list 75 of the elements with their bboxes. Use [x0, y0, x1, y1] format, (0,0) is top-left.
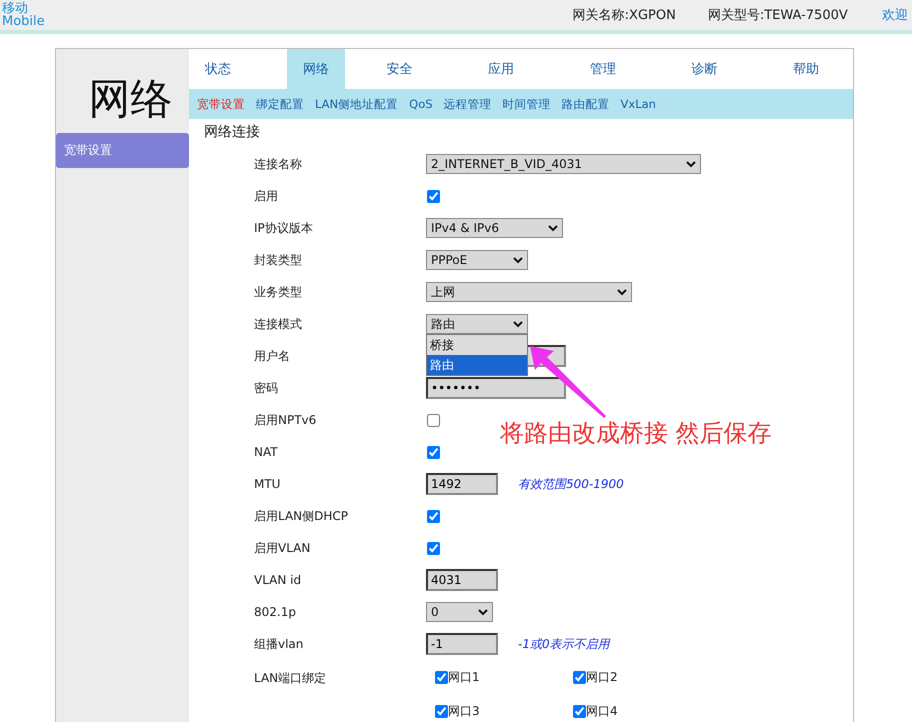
field-label: VLAN id: [254, 573, 302, 587]
dropdown-option[interactable]: 桥接: [427, 335, 527, 355]
subnav-link[interactable]: VxLan: [620, 97, 656, 111]
checkbox[interactable]: [427, 542, 440, 554]
port-checkbox[interactable]: 网口3: [434, 703, 572, 720]
checkbox[interactable]: [573, 705, 586, 718]
input-field[interactable]: •••••••: [426, 377, 566, 399]
section-title: 网络连接: [203, 123, 261, 141]
gateway-model: 网关型号:TEWA-7500V: [708, 7, 848, 24]
nav-tab[interactable]: 应用: [446, 49, 548, 89]
field-label: LAN端口绑定: [254, 670, 328, 687]
checkbox[interactable]: [435, 671, 448, 684]
dropdown-select[interactable]: 上网: [426, 282, 632, 302]
arrow-icon: [530, 346, 606, 418]
field-label: 802.1p: [254, 605, 297, 619]
dropdown-select[interactable]: 0: [426, 602, 493, 622]
nav-tab[interactable]: 网络: [287, 49, 345, 89]
logo-text: Mobile: [2, 15, 45, 28]
nav-tab[interactable]: 安全: [345, 49, 447, 89]
subnav-link[interactable]: 路由配置: [562, 96, 610, 112]
page-title: 网络: [88, 73, 174, 125]
field-label: 启用LAN侧DHCP: [254, 508, 350, 524]
port-checkbox[interactable]: 网口2: [572, 669, 710, 686]
annotation-text: 将路由改成桥接 然后保存: [500, 418, 772, 449]
chevron-icon: [617, 288, 627, 296]
dropdown-select[interactable]: IPv4 & IPv6: [426, 218, 563, 238]
chevron-icon: [478, 608, 488, 616]
dropdown-option[interactable]: 路由: [427, 355, 527, 375]
dropdown-select[interactable]: 路由: [426, 314, 528, 334]
subnav-link[interactable]: QoS: [409, 97, 433, 111]
checkbox[interactable]: [427, 510, 440, 522]
input-field[interactable]: -1: [426, 633, 498, 655]
field-label: 连接模式: [254, 316, 303, 332]
port-checkbox[interactable]: 网口4: [572, 703, 710, 720]
checkbox[interactable]: [435, 705, 448, 718]
nav-tab[interactable]: 帮助: [751, 49, 853, 89]
hint-text: 有效范围500-1900: [518, 476, 624, 492]
welcome-link[interactable]: 欢迎: [882, 6, 908, 24]
subnav-link[interactable]: LAN侧地址配置: [315, 96, 398, 112]
field-label: 用户名: [254, 348, 291, 364]
subnav-link[interactable]: 宽带设置: [197, 96, 245, 112]
chevron-icon: [686, 160, 696, 168]
dropdown-select[interactable]: 2_INTERNET_B_VID_4031: [426, 154, 701, 174]
logo-text: 移动: [2, 2, 28, 15]
nav-tab[interactable]: 管理: [548, 49, 650, 89]
field-label: 业务类型: [254, 284, 303, 300]
field-label: IP协议版本: [254, 220, 314, 236]
checkbox[interactable]: [427, 414, 440, 426]
dropdown-select[interactable]: PPPoE: [426, 250, 528, 270]
field-label: 启用NPTv6: [254, 412, 318, 428]
nav-tab[interactable]: 状态: [189, 49, 287, 89]
chevron-icon: [513, 256, 523, 264]
field-label: 启用: [254, 188, 279, 204]
gateway-name: 网关名称:XGPON: [572, 7, 676, 24]
chevron-icon: [513, 320, 523, 328]
nav-tab[interactable]: 诊断: [650, 49, 752, 89]
checkbox[interactable]: [427, 446, 440, 458]
field-label: NAT: [254, 445, 279, 459]
port-checkbox[interactable]: 网口1: [434, 669, 572, 686]
field-label: MTU: [254, 477, 282, 491]
field-label: 组播vlan: [254, 636, 304, 652]
field-label: 密码: [254, 380, 279, 396]
sidebar-item[interactable]: 宽带设置: [56, 133, 189, 168]
field-label: 连接名称: [254, 156, 303, 172]
subnav-link[interactable]: 远程管理: [444, 96, 492, 112]
subnav-link[interactable]: 绑定配置: [256, 96, 304, 112]
field-label: 启用VLAN: [254, 540, 312, 556]
field-label: 封装类型: [254, 252, 303, 268]
subnav-link[interactable]: 时间管理: [502, 96, 551, 112]
input-field[interactable]: 1492: [426, 473, 498, 495]
checkbox[interactable]: [573, 671, 586, 684]
hint-text: -1或0表示不启用: [518, 636, 610, 652]
chevron-icon: [548, 224, 558, 232]
checkbox[interactable]: [427, 190, 440, 202]
input-field[interactable]: 4031: [426, 569, 498, 591]
